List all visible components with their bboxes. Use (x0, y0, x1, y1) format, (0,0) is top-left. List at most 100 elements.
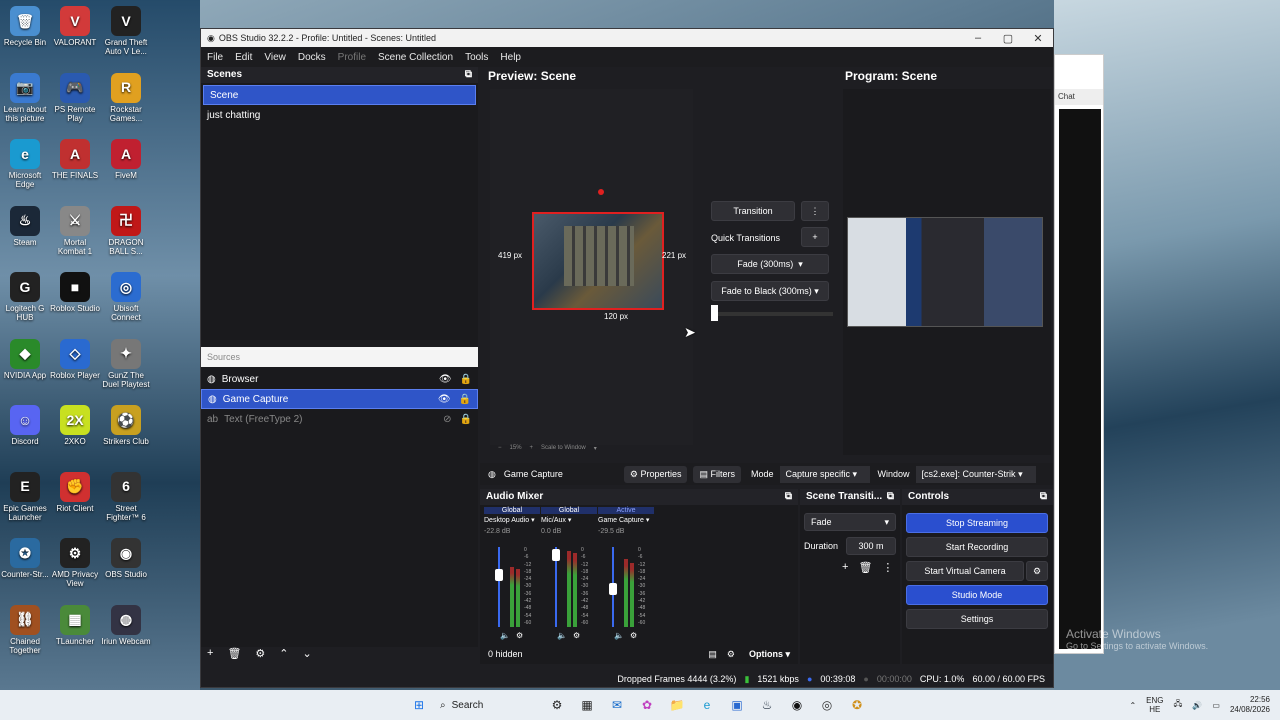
settings-button[interactable]: Settings (906, 609, 1048, 629)
channel-gear-icon[interactable]: ⚙ (630, 631, 637, 640)
chrome-icon[interactable]: ◎ (816, 694, 838, 716)
menu-item[interactable]: Tools (465, 52, 488, 63)
desktop-icon[interactable]: A THE FINALS (50, 139, 100, 180)
chat-tab[interactable]: Chat (1058, 92, 1075, 101)
preview-canvas[interactable]: 419 px 221 px 120 px −15% + Scale to Windo… (490, 89, 693, 452)
window-select[interactable]: [cs2.exe]: Counter-Strik ▾ (915, 465, 1036, 483)
steam-icon[interactable]: ♨ (756, 694, 778, 716)
tray-chevron-icon[interactable]: ⌃ (1129, 701, 1136, 710)
hidden-icon[interactable]: ⊘ (443, 414, 451, 425)
channel-gear-icon[interactable]: ⚙ (516, 631, 523, 640)
channel-name[interactable]: Game Capture ▾ (598, 516, 654, 524)
layout-icon[interactable]: ▤ (708, 649, 717, 660)
desktop-icon[interactable]: 🗑 Recycle Bin (0, 6, 50, 47)
tbar-slider[interactable] (711, 312, 833, 316)
desktop-icon[interactable]: 📷 Learn about this picture (0, 72, 50, 123)
desktop-icon[interactable]: 🎮 PS Remote Play (50, 72, 100, 123)
dock-float-icon[interactable]: ⧉ (887, 491, 894, 503)
fade-transition-button[interactable]: Fade (300ms) ▾ (711, 254, 829, 274)
duration-input[interactable]: 300 m (846, 537, 896, 555)
volume-slider-handle[interactable] (552, 549, 560, 561)
add-quick-transition-icon[interactable]: + (801, 227, 829, 247)
desktop-icon[interactable]: ◇ Roblox Player (50, 338, 100, 380)
store-icon[interactable]: ▣ (726, 694, 748, 716)
channel-name[interactable]: Desktop Audio ▾ (484, 516, 540, 524)
scene-item[interactable]: just chatting (201, 105, 478, 125)
move-down-icon[interactable]: ⌄ (303, 647, 312, 660)
copilot-icon[interactable]: ✿ (636, 694, 658, 716)
scale-mode[interactable]: Scale to Window (541, 445, 586, 457)
desktop-icon[interactable]: ✊ Riot Client (50, 471, 100, 513)
desktop-icon[interactable]: ✦ GunZ The Duel Playtest (101, 338, 151, 389)
dock-float-icon[interactable]: ⧉ (785, 491, 792, 503)
menu-item[interactable]: Scene Collection (378, 52, 453, 63)
more-icon[interactable]: ⋮ (882, 561, 893, 574)
start-recording-button[interactable]: Start Recording (906, 537, 1048, 557)
desktop-icon[interactable]: V VALORANT (50, 6, 100, 47)
desktop-icon[interactable]: ☺ Discord (0, 405, 50, 446)
trash-icon[interactable]: 🗑 (858, 561, 872, 574)
battery-icon[interactable]: ▭ (1212, 701, 1220, 710)
desktop-icon[interactable]: ⛓ Chained Together (0, 604, 50, 655)
volume-slider-track[interactable] (498, 547, 500, 627)
close-icon[interactable]: ✕ (1023, 32, 1053, 45)
desktop-icon[interactable]: ⚽ Strikers Club (101, 405, 151, 446)
desktop-icon[interactable]: ◉ OBS Studio (101, 538, 151, 579)
desktop-icon[interactable]: 卍 DRAGON BALL S... (101, 205, 151, 256)
network-icon[interactable]: 🖧 (1174, 698, 1183, 712)
desktop-icon[interactable]: e Microsoft Edge (0, 139, 50, 189)
speaker-icon[interactable]: 🔈 (500, 631, 510, 640)
menu-item[interactable]: File (207, 52, 223, 63)
zoom-in-icon[interactable]: + (530, 445, 534, 457)
tbar-handle[interactable] (711, 305, 718, 321)
desktop-icon[interactable]: 6 Street Fighter™ 6 (101, 471, 151, 522)
desktop-icon[interactable]: ▦ TLauncher (50, 604, 100, 646)
desktop-icon[interactable]: ✪ Counter-Str... (0, 538, 50, 579)
transition-more-icon[interactable]: ⋮ (801, 201, 829, 221)
desktop-icon[interactable]: ♨ Steam (0, 205, 50, 247)
minimize-icon[interactable]: – (963, 32, 993, 45)
chevron-down-icon[interactable]: ▾ (594, 445, 597, 457)
gear-icon[interactable]: ⚙ (727, 649, 735, 660)
clock[interactable]: 22:56 24/08/2026 (1230, 695, 1270, 715)
desktop-icon[interactable]: ⚔ Mortal Kombat 1 (50, 205, 100, 256)
edge-icon[interactable]: e (696, 694, 718, 716)
source-item[interactable]: ◍ Browser 👁 🔒 (201, 369, 478, 389)
source-item[interactable]: ◍ Game Capture 👁 🔒 (201, 389, 478, 409)
add-icon[interactable]: + (207, 647, 213, 660)
start-windows-icon[interactable]: ⊞ (408, 694, 430, 716)
trash-icon[interactable]: 🗑 (227, 647, 241, 660)
scene-item[interactable]: Scene (203, 85, 476, 105)
gear-icon[interactable]: ⚙ (255, 647, 265, 660)
desktop-icon[interactable]: E Epic Games Launcher (0, 471, 50, 522)
transition-select[interactable]: Fade ▾ (804, 513, 896, 531)
desktop-icon[interactable]: ■ Roblox Studio (50, 272, 100, 313)
desktop-icon[interactable]: A FiveM (101, 139, 151, 180)
source-item[interactable]: ab Text (FreeType 2) ⊘ 🔒 (201, 409, 478, 429)
stop-streaming-button[interactable]: Stop Streaming (906, 513, 1048, 533)
lock-icon[interactable]: 🔒 (460, 414, 472, 425)
lock-icon[interactable]: 🔒 (459, 394, 471, 405)
desktop-icon[interactable]: V Grand Theft Auto V Le... (101, 6, 151, 56)
dock-float-icon[interactable]: ⧉ (465, 69, 472, 81)
counter-strike-icon[interactable]: ✪ (846, 694, 868, 716)
lock-icon[interactable]: 🔒 (460, 374, 472, 385)
volume-slider-handle[interactable] (609, 583, 617, 595)
studio-mode-button[interactable]: Studio Mode (906, 585, 1048, 605)
menu-item[interactable]: Profile (338, 52, 366, 63)
dock-float-icon[interactable]: ⧉ (1040, 491, 1047, 503)
maximize-icon[interactable]: ▢ (993, 32, 1023, 45)
channel-name[interactable]: Mic/Aux ▾ (541, 516, 597, 524)
volume-slider-handle[interactable] (495, 569, 503, 581)
volume-icon[interactable]: 🔊 (1192, 701, 1202, 710)
outlook-icon[interactable]: ✉ (606, 694, 628, 716)
add-icon[interactable]: + (842, 561, 848, 574)
options-button[interactable]: Options ▾ (749, 649, 790, 660)
desktop-icon[interactable]: ◎ Ubisoft Connect (101, 272, 151, 322)
move-up-icon[interactable]: ⌃ (279, 647, 288, 660)
menu-item[interactable]: View (264, 52, 286, 63)
menu-item[interactable]: Docks (298, 52, 326, 63)
file-explorer-icon[interactable]: 📁 (666, 694, 688, 716)
properties-button[interactable]: ⚙ Properties (623, 465, 688, 483)
desktop-icon[interactable]: G Logitech G HUB (0, 272, 50, 322)
